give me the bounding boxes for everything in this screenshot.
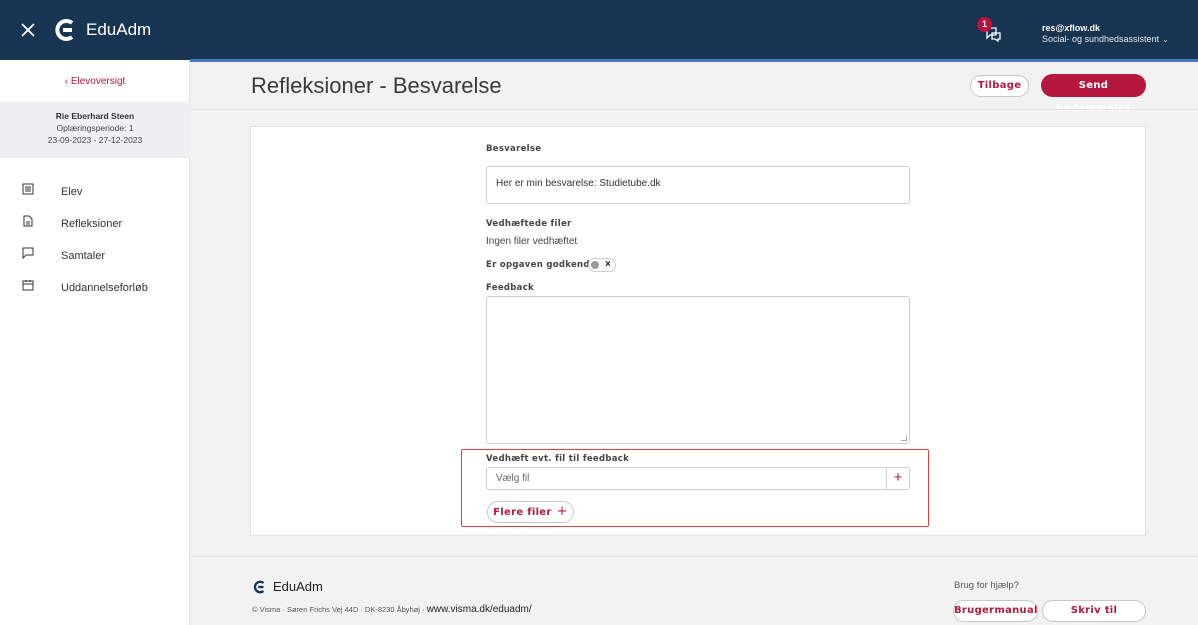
top-bar: EduAdm 1 res@xflow.dk Social- og sundhed… <box>0 0 1198 60</box>
close-icon: × <box>605 259 611 270</box>
accent-line <box>190 59 1198 62</box>
student-info: Rie Eberhard Steen Oplæringsperiode: 1 2… <box>0 102 190 158</box>
eduadm-logo <box>253 580 265 594</box>
footer-address: © Visma · Søren Frichs Vej 44D · DK-8230… <box>252 604 532 615</box>
attach-feedback-label: Vedhæft evt. fil til feedback <box>486 454 630 464</box>
user-email: res@xflow.dk <box>1042 23 1100 33</box>
back-to-overview-link[interactable]: ‹ Elevoversigt <box>0 76 190 87</box>
header-divider <box>190 109 1198 110</box>
notification-badge: 1 <box>977 17 992 32</box>
app-brand: EduAdm <box>86 20 152 39</box>
user-menu[interactable]: res@xflow.dk Social- og sundhedsassisten… <box>1042 23 1169 45</box>
more-files-button[interactable]: Flere filer + <box>487 501 574 523</box>
footer-url-link[interactable]: www.visma.dk/eduadm/ <box>427 604 532 615</box>
user-role: Social- og sundhedsassistent <box>1042 34 1160 44</box>
back-button[interactable]: Tilbage <box>970 75 1029 97</box>
chevron-down-icon: ⌄ <box>1162 35 1169 44</box>
sidebar: ‹ Elevoversigt Rie Eberhard Steen Oplæri… <box>0 60 190 625</box>
help-label: Brug for hjælp? <box>954 580 1019 591</box>
approved-toggle[interactable]: × <box>588 258 616 272</box>
contact-support-button[interactable]: Skriv til supporten <box>1042 600 1146 622</box>
student-card-icon <box>22 183 34 195</box>
eduadm-logo <box>55 19 74 41</box>
answer-label: Besvarelse <box>486 144 542 154</box>
sidebar-item-refleksioner[interactable]: Refleksioner <box>0 209 190 241</box>
sidebar-item-uddannelseforloeb[interactable]: Uddannelseforløb <box>0 273 190 305</box>
answer-field: Her er min besvarelse: Studietube.dk <box>486 166 910 204</box>
period-dates: 23-09-2023 - 27-12-2023 <box>47 135 143 145</box>
document-icon <box>23 215 33 227</box>
attachments-label: Vedhæftede filer <box>486 219 572 229</box>
student-name: Rie Eberhard Steen <box>55 111 135 121</box>
plus-icon: + <box>556 504 568 519</box>
sidebar-item-elev[interactable]: Elev <box>0 177 190 209</box>
period-label: Oplæringsperiode: 1 <box>56 123 134 133</box>
feedback-label: Feedback <box>486 283 534 293</box>
calendar-icon <box>22 280 34 291</box>
file-placeholder: Vælg fil <box>496 473 530 484</box>
attachments-value: Ingen filer vedhæftet <box>486 236 578 247</box>
footer-brand: EduAdm <box>273 579 323 594</box>
resize-handle-icon[interactable] <box>901 435 907 441</box>
feedback-textarea[interactable] <box>486 296 910 444</box>
toggle-knob <box>591 261 599 269</box>
chat-bubble-icon <box>22 247 34 259</box>
plus-icon[interactable]: + <box>886 468 909 489</box>
send-assessment-button[interactable]: Send bedømmelse <box>1041 74 1146 114</box>
user-manual-button[interactable]: Brugermanual <box>953 600 1038 622</box>
file-picker[interactable]: Vælg fil + <box>486 467 910 490</box>
sidebar-item-samtaler[interactable]: Samtaler <box>0 241 190 273</box>
close-icon[interactable] <box>20 22 36 38</box>
sidebar-nav: Elev Refleksioner Samtaler Uddannelsefor… <box>0 177 190 305</box>
approved-label: Er opgaven godkendt? <box>486 260 600 270</box>
page-title: Refleksioner - Besvarelse <box>251 73 502 98</box>
